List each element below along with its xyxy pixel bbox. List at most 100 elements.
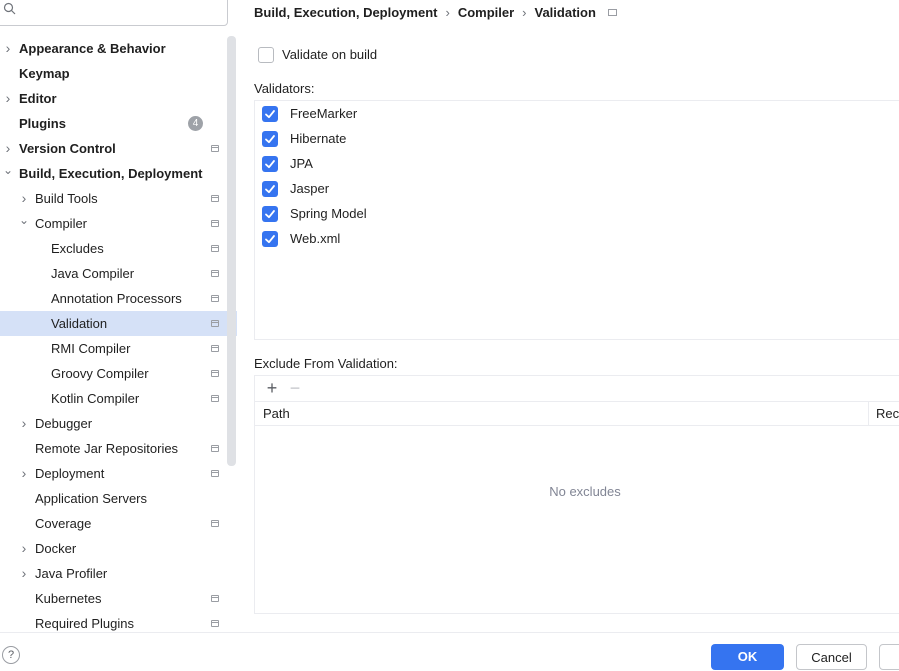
apply-button[interactable] [879, 644, 899, 670]
sidebar-item[interactable]: › Editor [0, 86, 237, 111]
validator-label[interactable]: FreeMarker [290, 104, 357, 124]
chevron-right-icon[interactable]: › [19, 461, 29, 486]
validator-label[interactable]: Hibernate [290, 129, 346, 149]
sidebar-item[interactable]: Java Compiler [0, 261, 237, 286]
sidebar-item-label: Docker [35, 541, 77, 556]
sidebar-item[interactable]: Kotlin Compiler [0, 386, 237, 411]
sidebar-item[interactable]: RMI Compiler [0, 336, 237, 361]
sidebar-item[interactable]: › Docker [0, 536, 237, 561]
chevron-right-icon[interactable]: › [3, 136, 13, 161]
ok-button[interactable]: OK [711, 644, 784, 670]
column-header-recursive[interactable]: Rec [876, 406, 899, 421]
validator-checkbox[interactable] [262, 106, 278, 122]
sidebar-item[interactable]: Kubernetes [0, 586, 237, 611]
sidebar-item-label: Appearance & Behavior [19, 41, 166, 56]
sidebar-item-label: Plugins [19, 116, 66, 131]
validate-on-build-checkbox[interactable] [258, 47, 274, 63]
breadcrumb-item: Validation [534, 5, 596, 20]
sidebar-item[interactable]: Annotation Processors [0, 286, 237, 311]
sidebar-item-label: Coverage [35, 516, 92, 531]
validator-checkbox[interactable] [262, 156, 278, 172]
pin-icon [211, 345, 219, 352]
sidebar-scrollbar[interactable] [227, 36, 236, 466]
validator-checkbox[interactable] [262, 131, 278, 147]
sidebar-item[interactable]: Excludes [0, 236, 237, 261]
pin-icon [211, 270, 219, 277]
pin-icon [211, 520, 219, 527]
pin-icon [211, 195, 219, 202]
breadcrumb-item[interactable]: Compiler [458, 5, 514, 20]
sidebar-item-label: Excludes [51, 241, 104, 256]
sidebar-item[interactable]: › Debugger [0, 411, 237, 436]
pin-icon [211, 245, 219, 252]
validator-checkbox[interactable] [262, 231, 278, 247]
empty-state-text: No excludes [549, 484, 621, 499]
sidebar-item[interactable]: Groovy Compiler [0, 361, 237, 386]
sidebar-item-label: Validation [51, 316, 108, 331]
count-badge: 4 [188, 116, 203, 131]
sidebar-item[interactable]: ⌄ Build, Execution, Deployment [0, 161, 237, 186]
pin-icon [211, 445, 219, 452]
sidebar-item[interactable]: › Java Profiler [0, 561, 237, 586]
sidebar-item-label: Keymap [19, 66, 70, 81]
validator-label[interactable]: Spring Model [290, 204, 367, 224]
validator-label[interactable]: JPA [290, 154, 313, 174]
validator-label[interactable]: Jasper [290, 179, 329, 199]
sidebar-item-label: Remote Jar Repositories [35, 441, 179, 456]
sidebar-item-label: Required Plugins [35, 616, 135, 631]
sidebar-item[interactable]: › Deployment [0, 461, 237, 486]
exclude-table: + − Path Rec No excludes [254, 375, 899, 614]
sidebar-item-label: Java Profiler [35, 566, 108, 581]
column-header-path[interactable]: Path [263, 406, 290, 421]
chevron-right-icon[interactable]: › [3, 86, 13, 111]
chevron-right-icon[interactable]: › [19, 561, 29, 586]
search-box[interactable] [0, 0, 228, 26]
sidebar-item[interactable]: › Version Control [0, 136, 237, 161]
sidebar-item[interactable]: Plugins 4 [0, 111, 237, 136]
sidebar-item-label: Java Compiler [51, 266, 135, 281]
sidebar-item[interactable]: › Appearance & Behavior [0, 36, 237, 61]
chevron-right-icon[interactable]: › [19, 411, 29, 436]
search-icon [3, 2, 16, 15]
checkmark-icon [265, 185, 275, 194]
sidebar-item-label: Editor [19, 91, 57, 106]
pin-icon [211, 295, 219, 302]
help-button[interactable]: ? [2, 646, 20, 664]
sidebar-item[interactable]: Application Servers [0, 486, 237, 511]
chevron-down-icon[interactable]: ⌄ [3, 161, 13, 186]
cancel-button[interactable]: Cancel [796, 644, 867, 670]
validators-label: Validators: [254, 81, 315, 96]
sidebar-item[interactable]: Coverage [0, 511, 237, 536]
chevron-right-icon[interactable]: › [19, 186, 29, 211]
sidebar-item[interactable]: Keymap [0, 61, 237, 86]
sidebar-item-label: Version Control [19, 141, 116, 156]
sidebar-item-label: Deployment [35, 466, 105, 481]
exclude-label: Exclude From Validation: [254, 356, 398, 371]
validators-list: FreeMarker Hibernate JPA Jasper Spring Model… [254, 100, 899, 340]
pin-icon [211, 470, 219, 477]
sidebar-item[interactable]: ⌄ Compiler [0, 211, 237, 236]
chevron-right-icon[interactable]: › [3, 36, 13, 61]
validate-on-build-label[interactable]: Validate on build [282, 47, 377, 62]
column-divider[interactable] [868, 402, 869, 426]
sidebar-item[interactable]: Required Plugins [0, 611, 237, 632]
sidebar-item[interactable]: Remote Jar Repositories [0, 436, 237, 461]
validator-checkbox[interactable] [262, 206, 278, 222]
sidebar-item[interactable]: › Build Tools [0, 186, 237, 211]
chevron-down-icon[interactable]: ⌄ [19, 211, 29, 236]
add-icon[interactable]: + [263, 378, 281, 398]
pin-icon [211, 320, 219, 327]
sidebar-item-label: Application Servers [35, 491, 147, 506]
settings-sidebar: › Appearance & Behavior Keymap › Editor Plugi… [0, 0, 237, 632]
checkmark-icon [265, 210, 275, 219]
table-header: Path Rec [255, 401, 899, 426]
sidebar-item[interactable]: Validation [0, 311, 237, 336]
breadcrumb-item[interactable]: Build, Execution, Deployment [254, 5, 437, 20]
chevron-right-icon[interactable]: › [19, 536, 29, 561]
checkmark-icon [265, 235, 275, 244]
validator-label[interactable]: Web.xml [290, 229, 340, 249]
search-input[interactable] [21, 0, 215, 22]
pin-icon [211, 395, 219, 402]
breadcrumb-separator-icon: › [522, 5, 527, 20]
validator-checkbox[interactable] [262, 181, 278, 197]
